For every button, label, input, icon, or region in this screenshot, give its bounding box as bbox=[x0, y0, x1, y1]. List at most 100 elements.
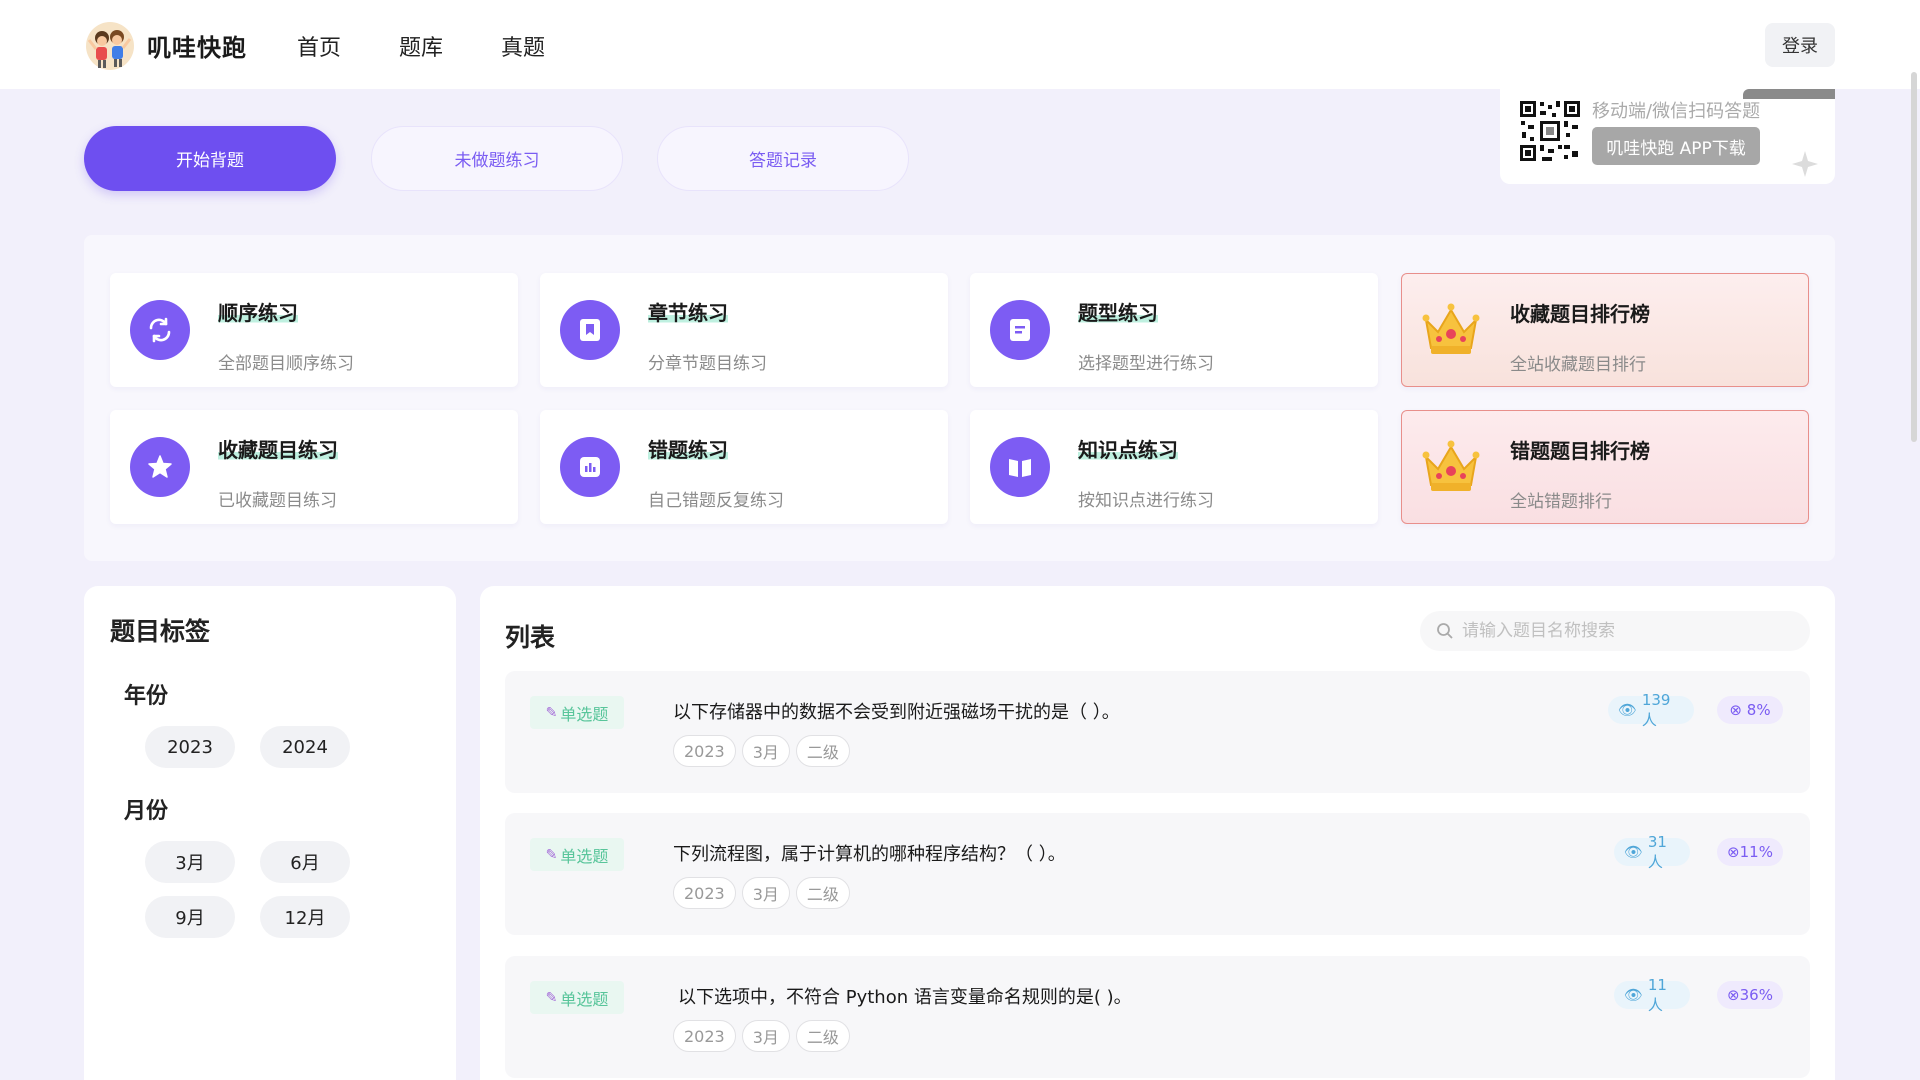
error-rate: 11% bbox=[1739, 843, 1773, 861]
year-chip-2024[interactable]: 2024 bbox=[260, 726, 350, 768]
error-rate-badge: ⊗ 36% bbox=[1717, 981, 1783, 1009]
card-title: 收藏题目练习 bbox=[218, 434, 338, 463]
question-tag: 2023 bbox=[673, 735, 736, 767]
error-rate-badge: ⊗ 11% bbox=[1717, 838, 1783, 866]
card-mistakes-ranking[interactable]: 错题题目排行榜 全站错题排行 bbox=[1401, 410, 1809, 524]
view-count-badge: 👁︎ 11人 bbox=[1614, 976, 1690, 1014]
qr-caption: 移动端/微信扫码答题 bbox=[1592, 101, 1761, 122]
page-scrollbar[interactable] bbox=[1911, 72, 1917, 442]
card-title: 知识点练习 bbox=[1078, 434, 1178, 463]
sparkle-icon bbox=[1792, 151, 1818, 177]
qr-code-icon bbox=[1518, 99, 1582, 163]
login-button[interactable]: 登录 bbox=[1765, 23, 1835, 67]
month-chip-12[interactable]: 12月 bbox=[260, 896, 350, 938]
list-title: 列表 bbox=[505, 623, 556, 652]
error-rate-icon: ⊗ bbox=[1729, 701, 1742, 719]
view-count: 11人 bbox=[1647, 975, 1667, 1014]
card-title: 收藏题目排行榜 bbox=[1510, 302, 1650, 326]
question-item[interactable]: ✎ 单选题 以下存储器中的数据不会受到附近强磁场干扰的是（ ）。 2023 3月 … bbox=[505, 671, 1810, 793]
card-favorites-ranking[interactable]: 收藏题目排行榜 全站收藏题目排行 bbox=[1401, 273, 1809, 387]
month-chip-9[interactable]: 9月 bbox=[145, 896, 235, 938]
card-subtitle: 分章节题目练习 bbox=[648, 354, 767, 374]
star-icon bbox=[130, 437, 190, 497]
card-subtitle: 全站错题排行 bbox=[1510, 492, 1612, 512]
error-rate-icon: ⊗ bbox=[1727, 986, 1740, 1004]
card-question-type-practice[interactable]: 题型练习 选择题型进行练习 bbox=[970, 273, 1378, 387]
nav-home[interactable]: 首页 bbox=[297, 30, 341, 62]
question-text: 以下存储器中的数据不会受到附近强磁场干扰的是（ ）。 bbox=[673, 702, 1120, 723]
bar-chart-icon bbox=[560, 437, 620, 497]
month-chip-6[interactable]: 6月 bbox=[260, 841, 350, 883]
card-title: 错题题目排行榜 bbox=[1510, 439, 1650, 463]
question-tag: 3月 bbox=[741, 1020, 790, 1052]
book-icon bbox=[990, 437, 1050, 497]
crown-icon bbox=[1422, 440, 1480, 491]
pin-icon: ✎ bbox=[545, 846, 558, 863]
card-subtitle: 自己错题反复练习 bbox=[648, 491, 784, 511]
card-knowledge-point-practice[interactable]: 知识点练习 按知识点进行练习 bbox=[970, 410, 1378, 524]
question-text: 以下选项中，不符合 Python 语言变量命名规则的是( )。 bbox=[678, 987, 1132, 1008]
error-rate-badge: ⊗ 8% bbox=[1717, 696, 1783, 724]
repeat-icon bbox=[130, 300, 190, 360]
nav-past-exams[interactable]: 真题 bbox=[501, 30, 545, 62]
practice-modes-panel: 顺序练习 全部题目顺序练习 章节练习 分章节题目练习 题型练习 选择题型进行练习… bbox=[84, 235, 1835, 561]
app-download-button[interactable]: 叽哇快跑 APP下载 bbox=[1592, 127, 1760, 165]
question-tag: 3月 bbox=[741, 735, 790, 767]
question-tags-panel: 题目标签 年份 2023 2024 月份 3月 6月 9月 12月 bbox=[84, 586, 456, 1080]
main-nav: 首页 题库 真题 bbox=[297, 30, 603, 62]
tags-title: 题目标签 bbox=[110, 617, 211, 646]
search-icon bbox=[1437, 623, 1453, 639]
card-favorites-practice[interactable]: 收藏题目练习 已收藏题目练习 bbox=[110, 410, 518, 524]
card-title: 错题练习 bbox=[648, 434, 728, 463]
question-type-badge: ✎ 单选题 bbox=[530, 838, 624, 871]
question-tag: 二级 bbox=[795, 735, 850, 767]
question-tags: 2023 3月 二级 bbox=[673, 735, 856, 767]
tab-unanswered-practice[interactable]: 未做题练习 bbox=[371, 126, 623, 191]
tab-answer-history[interactable]: 答题记录 bbox=[657, 126, 909, 191]
error-rate: 8% bbox=[1746, 701, 1771, 719]
brand-logo[interactable]: 叽哇快跑 bbox=[85, 18, 247, 72]
card-subtitle: 全站收藏题目排行 bbox=[1510, 355, 1646, 375]
document-icon bbox=[990, 300, 1050, 360]
card-sequential-practice[interactable]: 顺序练习 全部题目顺序练习 bbox=[110, 273, 518, 387]
tab-start-memorize[interactable]: 开始背题 bbox=[84, 126, 336, 191]
card-subtitle: 选择题型进行练习 bbox=[1078, 354, 1214, 374]
search-box bbox=[1420, 611, 1810, 651]
question-tag: 2023 bbox=[673, 877, 736, 909]
question-tags: 2023 3月 二级 bbox=[673, 1020, 856, 1052]
month-chip-3[interactable]: 3月 bbox=[145, 841, 235, 883]
card-mistakes-practice[interactable]: 错题练习 自己错题反复练习 bbox=[540, 410, 948, 524]
view-count-badge: 👁︎ 31人 bbox=[1614, 833, 1690, 871]
card-title: 题型练习 bbox=[1078, 297, 1158, 326]
crown-icon bbox=[1422, 303, 1480, 354]
qr-download-panel: 移动端/微信扫码答题 叽哇快跑 APP下载 bbox=[1500, 89, 1835, 184]
top-header: 叽哇快跑 首页 题库 真题 登录 bbox=[0, 0, 1920, 89]
year-chip-2023[interactable]: 2023 bbox=[145, 726, 235, 768]
pin-icon: ✎ bbox=[545, 989, 558, 1006]
year-group-title: 年份 bbox=[124, 684, 169, 709]
eye-icon: 👁︎ bbox=[1624, 986, 1644, 1004]
question-item[interactable]: ✎ 单选题 下列流程图，属于计算机的哪种程序结构？（ ）。 2023 3月 二级 … bbox=[505, 813, 1810, 935]
card-chapter-practice[interactable]: 章节练习 分章节题目练习 bbox=[540, 273, 948, 387]
card-subtitle: 按知识点进行练习 bbox=[1078, 491, 1214, 511]
bookmark-icon bbox=[560, 300, 620, 360]
kids-mascot-icon bbox=[86, 22, 134, 70]
card-title: 顺序练习 bbox=[218, 297, 298, 326]
card-subtitle: 全部题目顺序练习 bbox=[218, 354, 354, 374]
question-item[interactable]: ✎ 单选题 以下选项中，不符合 Python 语言变量命名规则的是( )。 202… bbox=[505, 956, 1810, 1078]
brand-name: 叽哇快跑 bbox=[147, 33, 247, 62]
view-count: 31人 bbox=[1647, 832, 1667, 871]
error-rate: 36% bbox=[1739, 986, 1773, 1004]
pin-icon: ✎ bbox=[545, 704, 558, 721]
question-tag: 二级 bbox=[795, 877, 850, 909]
question-tags: 2023 3月 二级 bbox=[673, 877, 856, 909]
question-tag: 2023 bbox=[673, 1020, 736, 1052]
question-type-label: 单选题 bbox=[560, 704, 609, 724]
eye-icon: 👁︎ bbox=[1618, 701, 1638, 719]
error-rate-icon: ⊗ bbox=[1727, 843, 1740, 861]
question-tag: 二级 bbox=[795, 1020, 850, 1052]
month-group-title: 月份 bbox=[124, 799, 169, 824]
question-tag: 3月 bbox=[741, 877, 790, 909]
nav-question-bank[interactable]: 题库 bbox=[399, 30, 443, 62]
search-input[interactable] bbox=[1462, 621, 1782, 641]
